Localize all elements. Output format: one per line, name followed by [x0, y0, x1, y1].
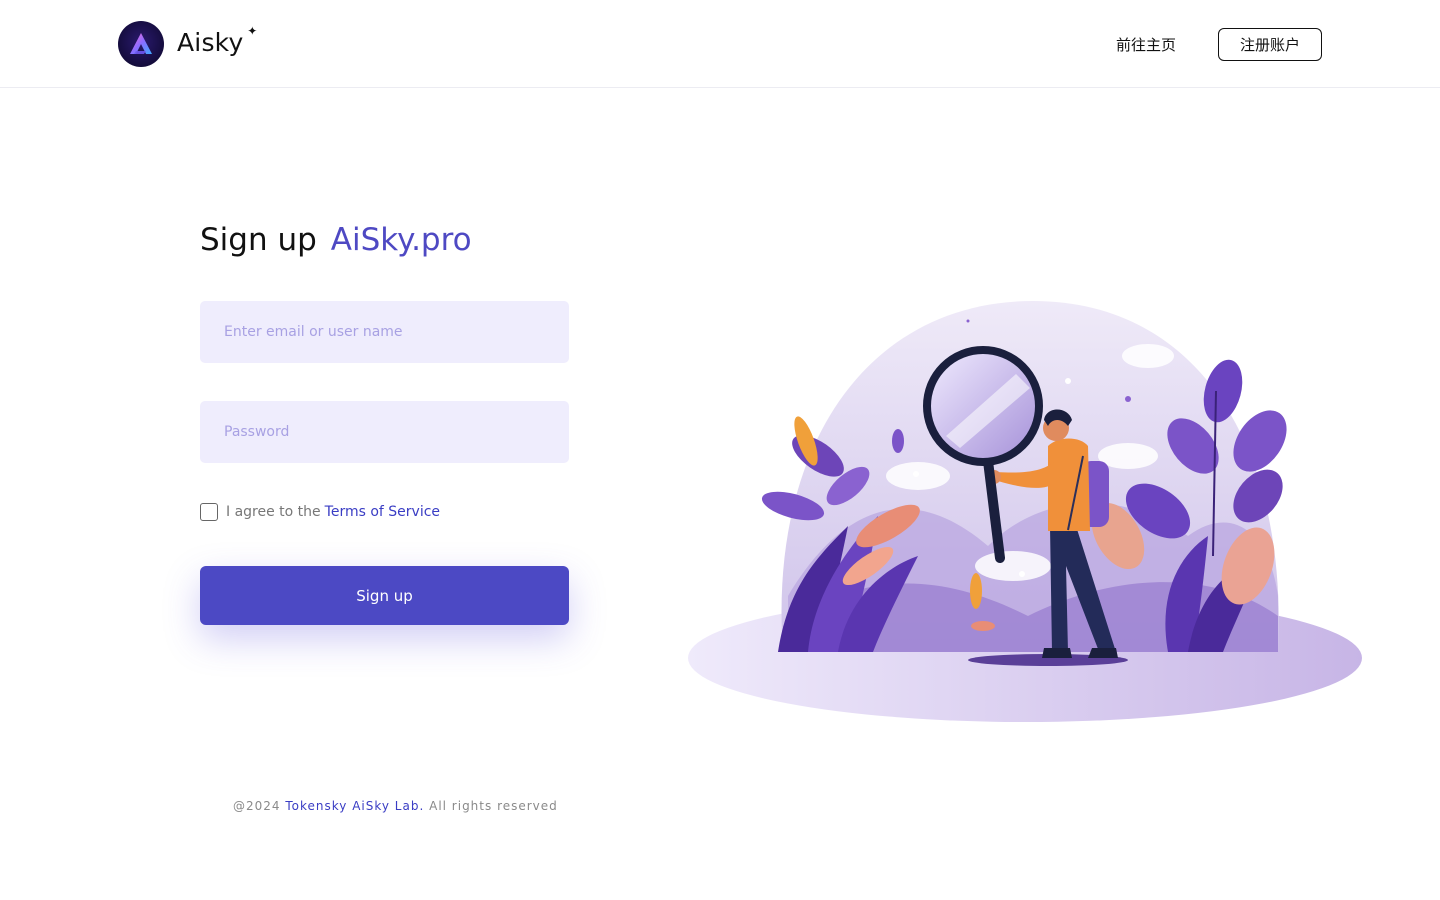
terms-of-service-link[interactable]: Terms of Service	[325, 504, 440, 520]
terms-agreement: I agree to the Terms of Service	[200, 503, 440, 521]
agree-label: I agree to the	[226, 504, 321, 520]
password-input[interactable]	[200, 401, 569, 463]
register-account-button[interactable]: 注册账户	[1218, 28, 1322, 61]
logo-text: Aisky ✦	[177, 23, 258, 57]
logo[interactable]: Aisky ✦	[118, 20, 258, 68]
sign-up-button[interactable]: Sign up	[200, 566, 569, 625]
top-header: Aisky ✦ 前往主页 注册账户	[0, 0, 1440, 88]
title-brand: AiSky.pro	[330, 222, 472, 258]
page-title: Sign up AiSky.pro	[200, 222, 472, 258]
nav-home-link[interactable]: 前往主页	[1116, 34, 1176, 55]
footer-prefix: @2024	[233, 799, 281, 813]
footer-company-link[interactable]: Tokensky AiSky Lab.	[285, 799, 424, 813]
title-text: Sign up	[200, 222, 317, 258]
email-input[interactable]	[200, 301, 569, 363]
footer-copyright: @2024 Tokensky AiSky Lab. All rights res…	[233, 799, 558, 813]
agree-checkbox[interactable]	[200, 503, 218, 521]
footer-suffix: All rights reserved	[429, 799, 558, 813]
logo-icon	[118, 21, 164, 67]
person-with-magnifying-glass-illustration	[688, 301, 1362, 722]
sparkle-icon: ✦	[247, 23, 258, 38]
